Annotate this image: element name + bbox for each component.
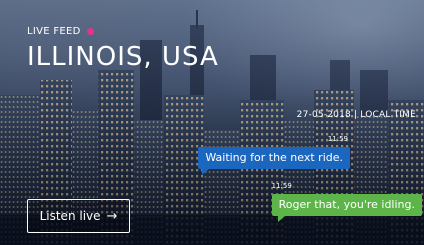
message-bubble: Roger that, you're idling.: [271, 194, 422, 222]
live-dot-icon: [86, 27, 94, 35]
live-feed-label: LIVE FEED: [27, 25, 81, 37]
chat-message-incoming: 11:59 Waiting for the next ride.: [198, 135, 350, 175]
city-title: ILLINOIS, USA: [27, 42, 219, 72]
message-timestamp: 11:59: [327, 135, 348, 143]
live-feed-card: LIVE FEED ILLINOIS, USA 27-05-2018 | LOC…: [0, 0, 424, 245]
message-timestamp: 11:59: [271, 182, 292, 190]
message-bubble: Waiting for the next ride.: [198, 147, 350, 175]
chat-message-reply: 11:59 Roger that, you're idling.: [271, 182, 422, 222]
date-local-time: 27-05-2018 | LOCAL TIME: [296, 110, 416, 120]
listen-live-label: Listen live: [39, 209, 101, 223]
live-feed-indicator: LIVE FEED: [27, 24, 219, 38]
listen-live-button[interactable]: Listen live →: [27, 199, 130, 233]
feed-header: LIVE FEED ILLINOIS, USA: [27, 24, 219, 73]
arrow-right-icon: →: [106, 208, 118, 224]
